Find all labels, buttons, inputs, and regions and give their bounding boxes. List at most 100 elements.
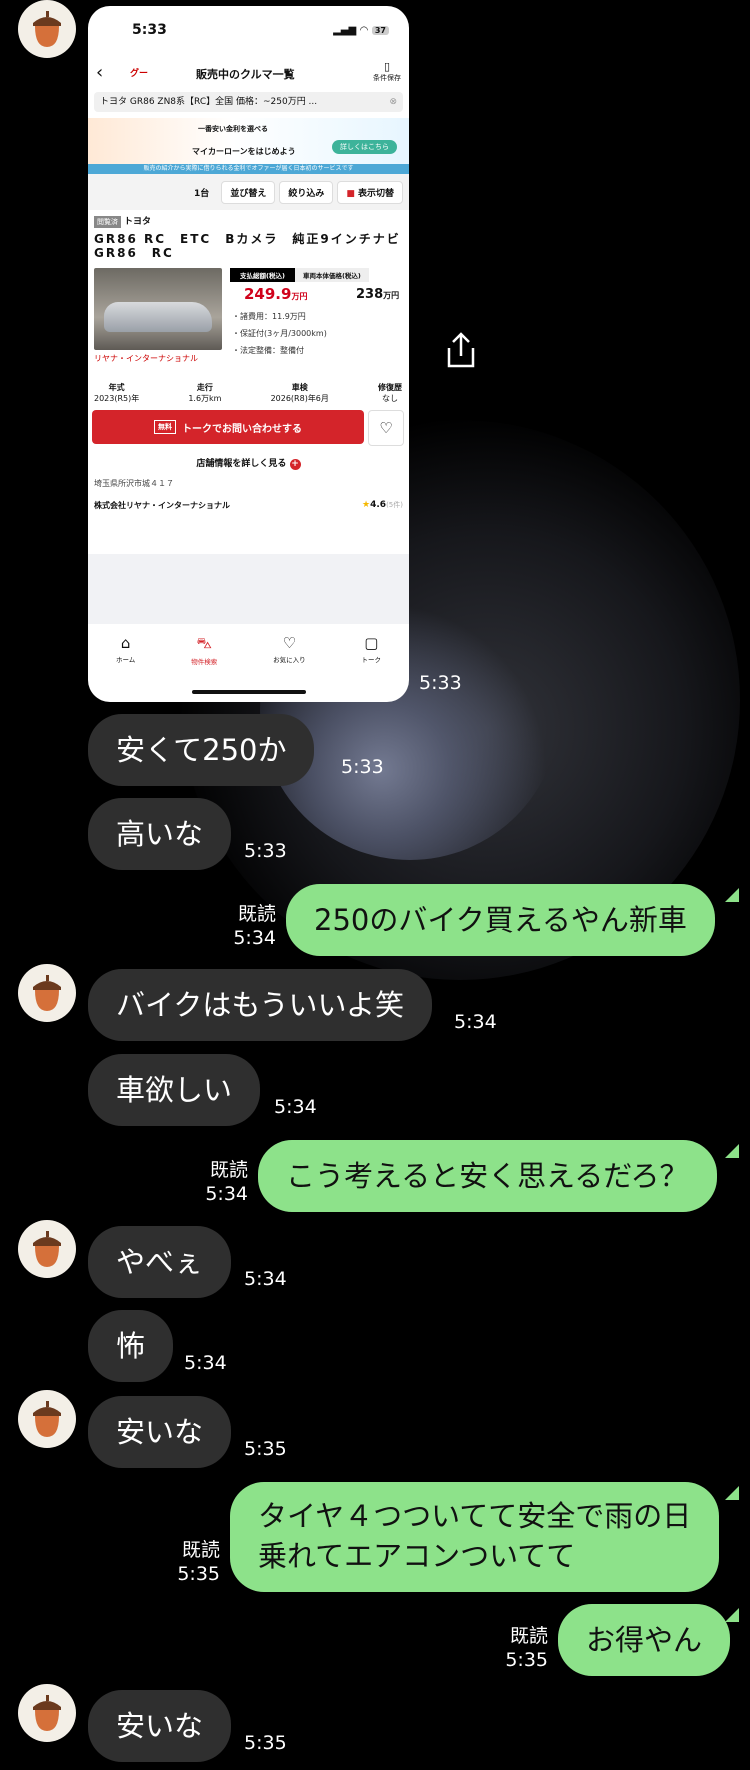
document-icon: ▯ xyxy=(383,60,391,73)
clear-icon[interactable]: ⊗ xyxy=(389,92,397,112)
warranty-line: ・保証付(3ヶ月/3000km) xyxy=(232,329,327,338)
price-tabs: 支払総額(税込) 車両本体価格(税込) xyxy=(230,268,369,282)
status-time: 5:33 xyxy=(132,22,167,38)
spec-year: 年式 2023(R5)年 xyxy=(94,383,140,403)
tab-talk[interactable]: ▢ トーク xyxy=(362,624,382,674)
message-bubble[interactable]: 安いな xyxy=(88,1690,232,1762)
dealer-rating: ★4.6(5件) xyxy=(362,500,403,510)
search-condition-text: トヨタ GR86 ZN8系【RC】全国 価格：~250万円 ... xyxy=(100,97,318,107)
maker-label: トヨタ xyxy=(124,217,152,227)
message-bubble-sent[interactable]: 250のバイク買えるやん新車 xyxy=(286,884,715,956)
message-bubble[interactable]: バイクはもういいよ笑 xyxy=(88,969,432,1041)
save-condition-label: 条件保存 xyxy=(373,74,401,82)
acorn-icon xyxy=(33,1695,61,1731)
chat-icon: ▢ xyxy=(364,634,379,652)
message-time: 5:33 xyxy=(244,840,287,862)
tab-bar: ⌂ ホーム ⛍ 物件検索 ♡ お気に入り ▢ トーク xyxy=(88,624,409,674)
message-bubble[interactable]: 安くて250か xyxy=(88,714,315,786)
avatar[interactable] xyxy=(18,1684,76,1742)
view-toggle-label: 表示切替 xyxy=(357,188,394,199)
back-icon[interactable]: ‹ xyxy=(96,62,103,83)
empty-area xyxy=(88,554,409,624)
avatar[interactable] xyxy=(18,1220,76,1278)
message-time: 5:34 xyxy=(274,1096,317,1118)
status-bar: 5:33 ▂▄▆ ◠ 37 xyxy=(88,6,409,54)
message-time: 5:34 xyxy=(244,1268,287,1290)
store-info-link[interactable]: 店舗情報を詳しく見る + xyxy=(88,456,409,470)
bubble-tail xyxy=(725,888,739,902)
avatar[interactable] xyxy=(18,0,76,58)
read-receipt: 既読 5:35 xyxy=(177,1539,220,1585)
message-bubble-sent[interactable]: お得やん xyxy=(558,1604,731,1676)
banner-line1: 一番安い金利を選べる xyxy=(198,125,268,133)
tab-search[interactable]: ⛍ 物件検索 xyxy=(191,624,217,674)
message-time: 5:35 xyxy=(244,1732,287,1754)
tab-home[interactable]: ⌂ ホーム xyxy=(116,624,135,674)
acorn-icon xyxy=(33,1231,61,1267)
message-bubble[interactable]: 怖 xyxy=(88,1310,174,1382)
spec-repair: 修復歴 なし xyxy=(377,383,402,403)
message-time: 5:34 xyxy=(184,1352,227,1374)
message-time: 5:33 xyxy=(341,756,384,778)
shop-label: リヤナ・インターナショナル xyxy=(94,354,198,363)
shared-screenshot[interactable]: 5:33 ▂▄▆ ◠ 37 ‹ グー 販売中のクルマ一覧 ▯ 条件保存 トヨタ G… xyxy=(88,6,409,702)
share-icon[interactable] xyxy=(443,330,479,370)
nav-title: 販売中のクルマ一覧 xyxy=(196,68,295,81)
search-condition-field[interactable]: トヨタ GR86 ZN8系【RC】全国 価格：~250万円 ... ⊗ xyxy=(94,92,403,112)
maintenance-line: ・法定整備：整備付 xyxy=(232,346,304,355)
car-photo[interactable] xyxy=(94,268,222,350)
bubble-tail xyxy=(725,1144,739,1158)
avatar[interactable] xyxy=(18,1390,76,1448)
read-receipt: 既読 5:34 xyxy=(205,1159,248,1205)
goo-logo: グー xyxy=(130,69,149,79)
filter-button[interactable]: 絞り込み xyxy=(279,180,334,204)
car-title: GR86 RC ETC Bカメラ 純正9インチナビ GR86 RC xyxy=(94,232,409,260)
home-icon: ⌂ xyxy=(120,634,131,652)
message-time: 5:34 xyxy=(454,1011,497,1033)
total-price: 249.9万円 xyxy=(244,285,308,303)
favorite-heart-icon[interactable]: ♡ xyxy=(368,410,404,446)
spec-inspection: 車検 2026(R8)年6月 xyxy=(270,383,329,403)
save-condition-button[interactable]: ▯ 条件保存 xyxy=(373,60,401,83)
read-receipt: 既読 5:35 xyxy=(505,1625,548,1671)
home-indicator xyxy=(192,690,306,694)
message-bubble[interactable]: やべぇ xyxy=(88,1226,232,1298)
acorn-icon xyxy=(33,11,61,47)
grid-icon: ■ xyxy=(346,188,358,199)
view-toggle-button[interactable]: ■ 表示切替 xyxy=(337,180,403,204)
battery-indicator: 37 xyxy=(371,25,389,35)
banner-line2: マイカーローンをはじめよう xyxy=(192,147,296,156)
signal-icon: ▂▄▆ xyxy=(333,24,357,36)
tab-total-price: 支払総額(税込) xyxy=(230,268,295,282)
message-bubble[interactable]: 高いな xyxy=(88,798,232,870)
message-bubble[interactable]: 車欲しい xyxy=(88,1054,261,1126)
inquiry-button[interactable]: 無料 トークでお問い合わせする xyxy=(92,410,364,444)
message-time: 5:33 xyxy=(419,672,462,694)
dealer-address: 埼玉県所沢市城４１７ xyxy=(94,479,174,488)
result-count: 1台 xyxy=(194,188,210,199)
listing-card[interactable]: 閲覧済 トヨタ GR86 RC ETC Bカメラ 純正9インチナビ GR86 RC… xyxy=(88,210,409,536)
read-receipt: 既読 5:34 xyxy=(233,903,276,949)
acorn-icon xyxy=(33,975,61,1011)
free-badge: 無料 xyxy=(154,420,176,434)
banner-button[interactable]: 詳しくはこちら xyxy=(332,140,397,154)
fee-line: ・諸費用：11.9万円 xyxy=(232,312,306,321)
star-icon: ★ xyxy=(362,500,371,510)
loan-banner[interactable]: 一番安い金利を選べる マイカーローンをはじめよう 詳しくはこちら xyxy=(88,118,409,164)
nav-bar: ‹ グー 販売中のクルマ一覧 ▯ 条件保存 xyxy=(88,54,409,90)
price-details: ・諸費用：11.9万円 ・保証付(3ヶ月/3000km) ・法定整備：整備付 xyxy=(232,308,327,359)
message-bubble-sent[interactable]: タイヤ４つついてて安全で雨の日 乗れてエアコンついてて xyxy=(230,1482,720,1592)
tab-favorites[interactable]: ♡ お気に入り xyxy=(273,624,306,674)
message-bubble[interactable]: 安いな xyxy=(88,1396,232,1468)
message-line: タイヤ４つついてて安全で雨の日 xyxy=(258,1499,692,1533)
dealer-name: 株式会社リヤナ・インターナショナル xyxy=(94,501,230,510)
sort-button[interactable]: 並び替え xyxy=(221,180,276,204)
inquiry-label: トークでお問い合わせする xyxy=(182,423,302,435)
body-price: 238万円 xyxy=(356,287,400,302)
message-time: 5:35 xyxy=(244,1438,287,1460)
message-bubble-sent[interactable]: こう考えると安く思えるだろ？ xyxy=(258,1140,717,1212)
spec-mileage: 走行 1.6万km xyxy=(188,383,222,403)
wifi-icon: ◠ xyxy=(360,24,368,36)
avatar[interactable] xyxy=(18,964,76,1022)
tab-body-price: 車両本体価格(税込) xyxy=(294,268,369,282)
